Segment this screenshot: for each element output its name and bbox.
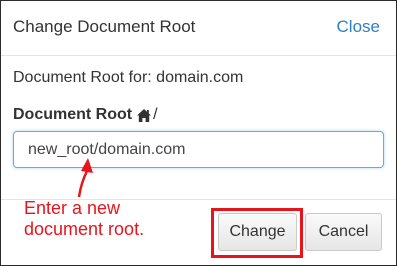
cancel-button[interactable]: Cancel xyxy=(305,213,382,251)
dialog-title: Change Document Root xyxy=(13,17,196,36)
change-document-root-dialog: Change Document Root Close Document Root… xyxy=(0,0,397,266)
document-root-label-text: Document Root xyxy=(13,106,133,123)
home-icon xyxy=(137,108,152,122)
close-link[interactable]: Close xyxy=(337,17,380,37)
arrow-up-icon xyxy=(77,158,93,198)
change-button[interactable]: Change xyxy=(218,213,297,251)
dialog-header: Change Document Root Close xyxy=(1,1,396,56)
annotation-text: Enter a new document root. xyxy=(24,198,145,239)
document-root-label: Document Root / xyxy=(13,106,158,124)
document-root-for-text: Document Root for: domain.com xyxy=(13,69,244,86)
path-slash: / xyxy=(153,106,158,123)
footer-divider xyxy=(1,199,396,200)
